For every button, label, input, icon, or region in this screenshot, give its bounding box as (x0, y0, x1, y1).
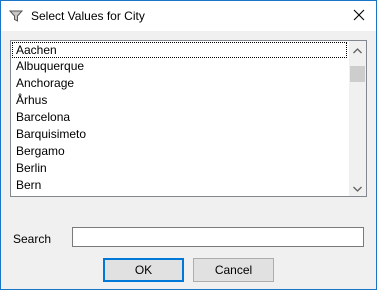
list-item[interactable]: Anchorage (11, 75, 348, 92)
list-item[interactable]: Berlin (11, 160, 348, 177)
list-items: Aachen Albuquerque Anchorage Århus Barcelona… (11, 41, 348, 194)
dialog-window: Select Values for City Aachen Albuquerque… (0, 0, 377, 290)
scroll-thumb[interactable] (350, 66, 365, 83)
list-item[interactable]: Barquisimeto (11, 126, 348, 143)
vertical-scrollbar[interactable] (349, 41, 366, 196)
list-item[interactable]: Albuquerque (11, 58, 348, 75)
window-title: Select Values for City (31, 9, 145, 23)
list-item[interactable]: Århus (11, 92, 348, 109)
scroll-up-arrow-icon (353, 43, 362, 57)
ok-button[interactable]: OK (103, 258, 184, 282)
search-input[interactable] (72, 227, 364, 247)
title-bar[interactable]: Select Values for City (1, 1, 376, 31)
filter-icon (8, 9, 24, 23)
close-button[interactable] (342, 1, 376, 31)
list-item[interactable]: Barcelona (11, 109, 348, 126)
city-values-list[interactable]: Aachen Albuquerque Anchorage Århus Barcelona… (10, 40, 367, 197)
list-item[interactable]: Bergamo (11, 143, 348, 160)
cancel-button[interactable]: Cancel (193, 258, 274, 282)
list-item[interactable]: Bern (11, 177, 348, 194)
scroll-down-button[interactable] (349, 179, 366, 196)
scroll-down-arrow-icon (353, 181, 362, 195)
list-item[interactable]: Aachen (12, 42, 347, 58)
close-icon (353, 9, 365, 24)
search-label: Search (13, 232, 52, 246)
scroll-up-button[interactable] (349, 41, 366, 58)
